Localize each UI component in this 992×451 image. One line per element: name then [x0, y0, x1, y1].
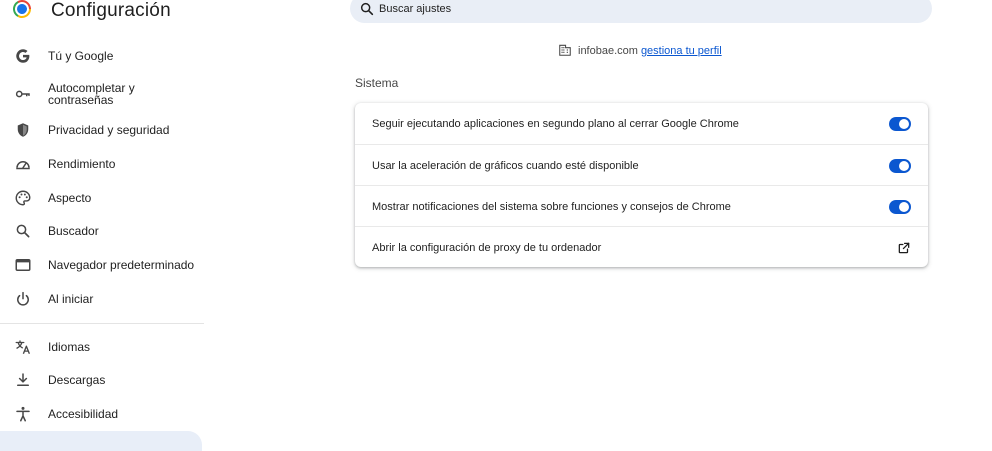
chrome-logo-icon [9, 0, 35, 22]
section-title: Sistema [355, 76, 399, 90]
sidebar-item-label: Rendimiento [48, 157, 116, 171]
sidebar-item-label: Privacidad y seguridad [48, 123, 170, 137]
sidebar-item-label: Autocompletar y contraseñas [48, 81, 135, 107]
sidebar-item-label: Accesibilidad [48, 407, 119, 421]
setting-label: Usar la aceleración de gráficos cuando e… [372, 159, 639, 172]
shield-icon [17, 123, 29, 137]
setting-label: Mostrar notificaciones del sistema sobre… [372, 200, 731, 213]
sidebar-item-tu-y-google[interactable]: Tú y Google [0, 42, 204, 70]
translate-icon [15, 340, 31, 355]
sidebar-item-selected[interactable] [0, 431, 202, 451]
search-icon [16, 224, 30, 238]
sidebar-divider [0, 323, 204, 324]
sidebar-item-label: Tú y Google [48, 49, 114, 63]
sidebar-item-aspecto[interactable]: Aspecto [0, 184, 204, 212]
page-title: Configuración [51, 0, 171, 21]
search-icon [360, 2, 374, 16]
setting-row-proxy-settings[interactable]: Abrir la configuración de proxy de tu or… [355, 226, 928, 268]
sidebar-item-label: Al iniciar [48, 292, 94, 306]
sidebar-item-al-iniciar[interactable]: Al iniciar [0, 285, 204, 313]
download-icon [17, 373, 29, 386]
sidebar-item-buscador[interactable]: Buscador [0, 217, 204, 245]
palette-icon [15, 190, 31, 206]
sidebar-item-label: Navegador predeterminado [48, 258, 195, 272]
sidebar-item-label: Idiomas [48, 340, 91, 354]
background-apps-toggle[interactable] [889, 116, 911, 131]
sidebar-item-navegador-predeterminado[interactable]: Navegador predeterminado [0, 251, 204, 279]
search-placeholder: Buscar ajustes [379, 3, 452, 15]
setting-row-system-notifications[interactable]: Mostrar notificaciones del sistema sobre… [355, 185, 928, 227]
browser-window-icon [15, 259, 31, 271]
managed-domain: infobae.com [578, 45, 638, 57]
sidebar-item-accesibilidad[interactable]: Accesibilidad [0, 400, 204, 428]
sidebar-item-privacidad[interactable]: Privacidad y seguridad [0, 116, 204, 144]
sidebar-item-idiomas[interactable]: Idiomas [0, 333, 204, 361]
sidebar-item-rendimiento[interactable]: Rendimiento [0, 150, 204, 178]
setting-label: Seguir ejecutando aplicaciones en segund… [372, 117, 739, 130]
setting-row-graphics-acceleration[interactable]: Usar la aceleración de gráficos cuando e… [355, 144, 928, 186]
sidebar-item-label: Aspecto [48, 191, 92, 205]
accessibility-icon [16, 406, 30, 422]
toggle-knob [899, 160, 909, 171]
toggle-knob [899, 201, 909, 212]
system-notifications-toggle[interactable] [889, 199, 911, 214]
system-settings-card: Seguir ejecutando aplicaciones en segund… [355, 103, 928, 267]
open-in-new-icon[interactable] [897, 241, 911, 255]
power-icon [17, 291, 29, 306]
sidebar-item-label: Descargas [48, 373, 106, 387]
key-icon [15, 90, 30, 98]
search-input[interactable]: Buscar ajustes [350, 0, 932, 23]
building-icon [559, 44, 571, 56]
setting-row-background-apps[interactable]: Seguir ejecutando aplicaciones en segund… [355, 103, 928, 144]
setting-label: Abrir la configuración de proxy de tu or… [372, 241, 602, 254]
graphics-acceleration-toggle[interactable] [889, 158, 911, 173]
sidebar-item-autocompletar[interactable]: Autocompletar y contraseñas [0, 80, 204, 108]
sidebar-item-descargas[interactable]: Descargas [0, 366, 204, 394]
google-g-icon [16, 49, 30, 63]
managed-by-notice: infobae.com gestiona tu perfil [558, 44, 722, 58]
sidebar-item-label: Buscador [48, 224, 99, 238]
toggle-knob [899, 118, 909, 129]
speedometer-icon [16, 161, 30, 170]
manage-profile-link[interactable]: gestiona tu perfil [641, 45, 722, 57]
